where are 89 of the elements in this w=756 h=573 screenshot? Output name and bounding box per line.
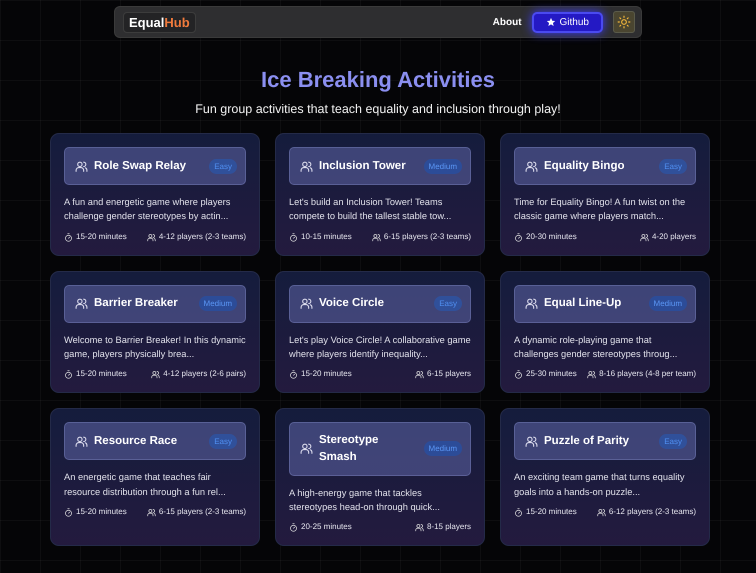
card-description: Let's play Voice Circle! A collaborative game where players identify inequality...: [289, 334, 471, 362]
players-text: 6-15 players (2-3 teams): [384, 232, 471, 243]
duration-text: 15-20 minutes: [76, 232, 127, 243]
people-icon: [300, 297, 313, 310]
people-icon: [372, 232, 381, 242]
timer-icon: [64, 508, 73, 517]
duration-text: 15-20 minutes: [526, 507, 577, 518]
activity-card[interactable]: Puzzle of Parity Easy An exciting team game that turns equality goals into a hands-on puzzle... 15-20 minutes 6-12 players (2-3 teams): [500, 408, 710, 546]
card-description: An exciting team game that turns equality goals into a hands-on puzzle...: [514, 471, 686, 499]
players-text: 4-12 players (2-3 teams): [158, 232, 246, 243]
card-title: Inclusion Tower: [319, 158, 407, 174]
people-icon: [587, 370, 596, 380]
card-title: Barrier Breaker: [94, 296, 179, 312]
timer-icon: [289, 232, 298, 242]
duration-text: 10-15 minutes: [301, 232, 352, 243]
people-icon: [414, 370, 424, 380]
players-text: 6-15 players (2-3 teams): [158, 507, 246, 518]
activity-card[interactable]: Role Swap Relay Easy A fun and energetic game where players challenge gender stereotypes by actin... 15-20 minutes 4-12 players (2-3 teams): [50, 133, 260, 256]
activity-card[interactable]: Resource Race Easy An energetic game that teaches fair resource distribution through a fun rel... 15-20 minutes 6-15 players (2-3 teams): [50, 408, 260, 546]
people-icon: [640, 232, 649, 242]
people-icon: [146, 232, 156, 242]
card-description: Let's build an Inclusion Tower! Teams compete to build the tallest stable tow...: [289, 196, 452, 224]
difficulty-badge: Medium: [198, 296, 237, 312]
people-icon: [75, 297, 88, 310]
duration-text: 15-20 minutes: [301, 369, 352, 380]
card-title: Equality Bingo: [544, 158, 626, 174]
people-icon: [75, 434, 88, 448]
duration-text: 15-20 minutes: [76, 369, 127, 380]
difficulty-badge: Easy: [434, 296, 462, 312]
card-description: A fun and energetic game where players challenge gender stereotypes by actin...: [64, 196, 232, 224]
sun-icon: [617, 15, 631, 29]
timer-icon: [514, 508, 523, 517]
logo[interactable]: EqualHub: [123, 12, 196, 32]
people-icon: [146, 508, 156, 517]
people-icon: [525, 434, 538, 448]
card-title: Voice Circle: [319, 296, 385, 312]
difficulty-badge: Easy: [659, 434, 687, 449]
card-title: Stereotype Smash: [319, 433, 380, 465]
difficulty-badge: Easy: [659, 158, 687, 174]
card-description: A high-energy game that tackles stereotypes head-on through quick...: [289, 486, 441, 514]
card-description: A dynamic role-playing game that challenges gender stereotypes throug...: [514, 334, 678, 362]
activity-card[interactable]: Stereotype Smash Medium A high-energy game that tackles stereotypes head-on through quick... 20-25 minutes 8-15 players: [275, 408, 485, 546]
duration-text: 20-25 minutes: [301, 522, 352, 534]
card-title: Puzzle of Parity: [544, 434, 630, 449]
people-icon: [414, 523, 424, 532]
timer-icon: [514, 370, 523, 380]
activity-card[interactable]: Equal Line-Up Medium A dynamic role-playing game that challenges gender stereotypes throug... 25-30 minutes 8-16 players (4-8 per team): [500, 270, 710, 394]
timer-icon: [64, 370, 73, 380]
people-icon: [151, 370, 160, 380]
star-icon: [546, 17, 556, 27]
card-description: An energetic game that teaches fair resource distribution through a fun rel...: [64, 471, 227, 499]
players-text: 8-15 players: [426, 522, 471, 534]
activity-card[interactable]: Inclusion Tower Medium Let's build an Inclusion Tower! Teams compete to build the tallest stable tow... 10-15 minutes 6-15 players (2-3 teams): [275, 133, 485, 256]
difficulty-badge: Medium: [648, 296, 687, 312]
activity-card[interactable]: Equality Bingo Easy Time for Equality Bingo! A fun twist on the classic game where players match... 20-30 minutes 4-20 players: [500, 133, 710, 256]
timer-icon: [514, 232, 523, 242]
github-button[interactable]: Github: [532, 12, 603, 32]
people-icon: [75, 160, 88, 172]
people-icon: [525, 160, 538, 172]
people-icon: [300, 160, 313, 172]
page-subtitle: Fun group activities that teach equality and inclusion through play!: [194, 102, 562, 116]
card-description: Welcome to Barrier Breaker! In this dynamic game, players physically brea...: [64, 334, 246, 362]
activity-card[interactable]: Barrier Breaker Medium Welcome to Barrier Breaker! In this dynamic game, players physically brea... 15-20 minutes 4-12 players (2-6 pairs): [50, 270, 260, 394]
card-title: Equal Line-Up: [544, 296, 622, 312]
timer-icon: [289, 370, 298, 380]
theme-toggle-button[interactable]: [613, 11, 635, 33]
people-icon: [596, 508, 606, 517]
players-text: 6-15 players: [426, 369, 471, 380]
players-text: 4-20 players: [652, 232, 696, 243]
duration-text: 15-20 minutes: [76, 507, 127, 518]
difficulty-badge: Easy: [209, 158, 237, 174]
card-description: Time for Equality Bingo! A fun twist on the classic game where players match...: [514, 196, 686, 224]
players-text: 4-12 players (2-6 pairs): [163, 369, 246, 380]
people-icon: [300, 442, 313, 456]
people-icon: [525, 297, 538, 310]
difficulty-badge: Easy: [209, 434, 237, 449]
about-link[interactable]: About: [492, 16, 522, 28]
players-text: 8-16 players (4-8 per team): [599, 369, 696, 380]
timer-icon: [64, 232, 73, 242]
difficulty-badge: Medium: [424, 441, 462, 456]
activity-card[interactable]: Voice Circle Easy Let's play Voice Circle! A collaborative game where players identify inequality... 15-20 minutes 6-15 players: [275, 270, 485, 394]
timer-icon: [289, 523, 298, 532]
difficulty-badge: Medium: [424, 158, 462, 174]
page-title: Ice Breaking Activities: [260, 67, 496, 93]
duration-text: 25-30 minutes: [526, 369, 577, 380]
players-text: 6-12 players (2-3 teams): [608, 507, 696, 518]
duration-text: 20-30 minutes: [526, 232, 577, 243]
card-title: Role Swap Relay: [94, 158, 188, 174]
card-title: Resource Race: [94, 434, 178, 449]
